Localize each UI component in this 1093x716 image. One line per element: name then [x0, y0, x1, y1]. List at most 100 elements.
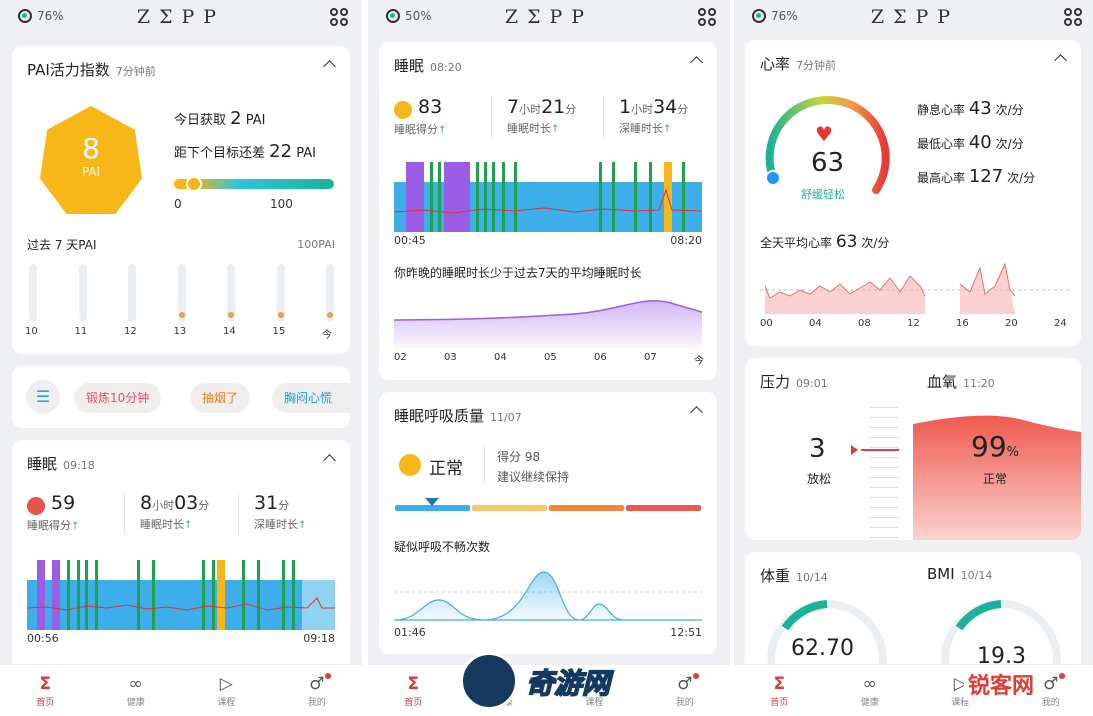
nav-profile[interactable]: ♂ 我的 — [655, 673, 715, 708]
collapse-chevron-icon[interactable] — [1054, 54, 1067, 67]
breath-count-title: 疑似呼吸不畅次数 — [394, 540, 491, 554]
stress-spo2-card[interactable]: 压力 09:01 3 放松 血氧 11:20 99% 正常 — [745, 358, 1081, 540]
bottom-nav: Σ首页 ∞健康 ▷课程 ♂我的 — [734, 664, 1093, 716]
top-bar: 76% ZΣPP — [0, 0, 362, 34]
hr-average: 全天平均心率 63 次/分 — [760, 232, 890, 252]
pai-day-dot — [228, 312, 234, 318]
breath-score: 得分 98 — [497, 450, 541, 464]
list-icon[interactable]: ☰ — [26, 380, 60, 414]
sad-face-icon — [27, 497, 45, 515]
stress-pointer-icon — [851, 445, 858, 455]
sleep-week-day-label: 04 — [494, 352, 507, 363]
breath-card[interactable]: 睡眠呼吸质量 11/07 正常 得分 98 建议继续保持 疑似呼吸不畅次数 01:… — [379, 392, 717, 654]
sleep-title: 睡眠 — [394, 57, 425, 75]
breath-advice: 建议继续保持 — [497, 470, 570, 484]
nav-home[interactable]: Σ 首页 — [15, 673, 75, 708]
nav-health[interactable]: ∞健康 — [840, 673, 900, 708]
quality-segment-2 — [472, 505, 547, 511]
collapse-chevron-icon[interactable] — [323, 60, 336, 73]
stress-title: 压力 — [760, 373, 791, 391]
heart-icon: ♥ — [815, 122, 833, 146]
hr-hour-label: 04 — [809, 318, 822, 329]
pai-day-label: 10 — [25, 326, 38, 337]
hr-status: 舒缓轻松 — [801, 188, 845, 201]
chip-exercise[interactable]: 锻炼10分钟 — [74, 383, 162, 413]
profile-icon: ♂ — [677, 674, 693, 694]
pai-card[interactable]: PAI活力指数 7分钟前 8 PAI 今日获取 2 PAI 距下个目标还差 22 … — [12, 46, 350, 354]
hr-hour-label: 24 — [1054, 318, 1067, 329]
hr-gauge-knob — [765, 170, 781, 186]
nav-home[interactable]: Σ 首页 — [383, 673, 443, 708]
weight-bmi-card[interactable]: 体重 10/14 BMI 10/14 62.70 19.3 — [745, 552, 1081, 682]
sleep-end: 08:20 — [670, 234, 702, 247]
collapse-chevron-icon[interactable] — [323, 454, 336, 467]
chip-chest-tight[interactable]: 胸闷心慌 — [272, 383, 350, 413]
sigma-icon: Σ — [39, 674, 52, 694]
hr-day-chart — [760, 262, 1070, 314]
weight-time: 10/14 — [796, 571, 828, 584]
pai-day-label: 13 — [173, 326, 187, 337]
spo2-title-row: 血氧 11:20 — [927, 373, 995, 391]
apps-grid-icon[interactable] — [330, 8, 348, 26]
quality-segment-4 — [626, 505, 701, 511]
nav-home[interactable]: Σ 首页 — [749, 673, 809, 708]
sleep-stage-chart — [394, 162, 702, 232]
hr-hour-label: 00 — [760, 318, 773, 329]
pai-day-dot — [327, 312, 333, 318]
apps-grid-icon[interactable] — [698, 8, 716, 26]
spo2-panel: 血氧 11:20 99% 正常 — [913, 358, 1081, 540]
stress-pointer-line — [861, 449, 899, 451]
sleep-start: 00:45 — [394, 234, 426, 247]
heart-rate-card[interactable]: 心率 7分钟前 ♥ 63 舒缓轻松 静息心率 43 次/分 最低心率 40 次/分… — [745, 40, 1081, 346]
pai-week-max: 100PAI — [297, 238, 335, 251]
hr-hour-label: 20 — [1005, 318, 1018, 329]
collapse-chevron-icon[interactable] — [690, 406, 703, 419]
health-icon: ∞ — [128, 674, 143, 694]
quality-segment-3 — [549, 505, 624, 511]
pai-day-bar — [128, 264, 136, 322]
sleep-time: 09:18 — [63, 459, 95, 472]
sleep-time: 08:20 — [430, 61, 462, 74]
sleep-duration: 8小时03分 睡眠时长↑ — [140, 492, 210, 531]
watermark-mascot-icon — [460, 652, 518, 710]
collapse-chevron-icon[interactable] — [690, 56, 703, 69]
site-logo: 锐客网 — [964, 668, 1039, 700]
hr-max: 最高心率 127 次/分 — [917, 166, 1036, 187]
pai-bar-max: 100 — [270, 197, 293, 211]
hr-hour-label: 08 — [858, 318, 871, 329]
sleep-week-day-label: 05 — [544, 352, 557, 363]
hr-title: 心率 — [760, 55, 791, 73]
pai-value: 8 — [82, 132, 100, 165]
symptom-chips-card: ☰ 锻炼10分钟 抽烟了 胸闷心慌 — [12, 366, 350, 428]
breath-time: 11/07 — [490, 411, 522, 424]
bottom-nav: Σ首页 ∞健康 ▷课程 ♂我的 — [0, 664, 362, 716]
sleep-start: 00:56 — [27, 632, 59, 645]
nav-health[interactable]: ∞健康 — [106, 673, 166, 708]
weight-value: 62.70 — [791, 636, 854, 661]
hr-resting: 静息心率 43 次/分 — [917, 98, 1024, 119]
nav-profile[interactable]: ♂ 我的 — [287, 673, 347, 708]
sleep-week-day-label: 今 — [694, 356, 704, 367]
pai-progress-knob — [186, 176, 202, 192]
sleep-stage-chart — [27, 560, 335, 630]
sleep-card[interactable]: 睡眠 08:20 83 睡眠得分↑ 7小时21分 睡眠时长↑ 1小时34分 深睡时长↑ … — [379, 42, 717, 380]
smile-face-icon — [394, 101, 412, 119]
pai-day-label: 12 — [124, 326, 137, 337]
sleep-compare-text: 你昨晚的睡眠时长少于过去7天的平均睡眠时长 — [394, 266, 642, 280]
sleep-week-day-label: 03 — [444, 352, 457, 363]
sleep-card[interactable]: 睡眠 09:18 59 睡眠得分↑ 8小时03分 睡眠时长↑ 31分 深睡时长↑ 00:… — [12, 440, 350, 672]
bmi-title-row: BMI 10/14 — [927, 565, 993, 583]
sleep-score: 83 睡眠得分↑ — [394, 96, 447, 136]
brand-logo: ZΣPP — [136, 6, 226, 28]
phone-screen-3: 76% ZΣPP 心率 7分钟前 ♥ 63 舒缓轻松 静息心率 43 次/分 最低… — [734, 0, 1093, 716]
breath-end: 12:51 — [670, 626, 702, 639]
sleep-duration: 7小时21分 睡眠时长↑ — [507, 96, 577, 135]
pai-bar-min: 0 — [174, 197, 182, 211]
brand-logo: ZΣPP — [504, 6, 594, 28]
pai-day-label: 今 — [322, 330, 332, 341]
nav-course[interactable]: ▷ 课程 — [196, 673, 256, 708]
pai-day-label: 11 — [74, 326, 88, 337]
chip-smoking[interactable]: 抽烟了 — [190, 383, 251, 413]
pai-unit: PAI — [81, 165, 101, 179]
apps-grid-icon[interactable] — [1064, 8, 1082, 26]
